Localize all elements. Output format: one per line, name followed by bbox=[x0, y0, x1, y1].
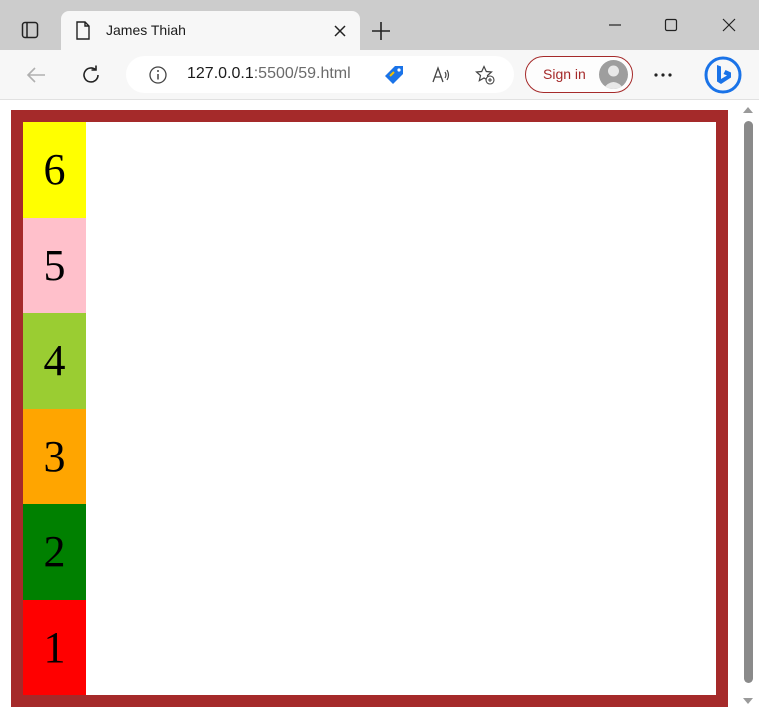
maximize-icon bbox=[664, 18, 678, 32]
box-1: 1 bbox=[23, 599, 86, 695]
maximize-button[interactable] bbox=[656, 10, 686, 40]
tab-title: James Thiah bbox=[106, 22, 186, 38]
box-4: 4 bbox=[23, 313, 86, 409]
more-icon[interactable] bbox=[650, 62, 676, 88]
refresh-button[interactable] bbox=[78, 62, 104, 88]
user-avatar-icon bbox=[603, 65, 624, 89]
url-text[interactable]: 127.0.0.1:5500/59.html bbox=[187, 65, 351, 83]
window-close-icon bbox=[722, 18, 736, 32]
minimize-button[interactable] bbox=[600, 10, 630, 40]
close-icon[interactable] bbox=[332, 23, 348, 39]
add-favorite-icon[interactable] bbox=[475, 65, 495, 85]
scroll-down-arrow[interactable] bbox=[743, 698, 753, 704]
window-close-button[interactable] bbox=[714, 10, 744, 40]
address-bar[interactable]: 127.0.0.1:5500/59.html bbox=[126, 56, 514, 93]
scroll-up-arrow[interactable] bbox=[743, 107, 753, 113]
read-aloud-icon[interactable] bbox=[431, 65, 451, 85]
tab-actions-button[interactable] bbox=[8, 12, 52, 48]
file-icon bbox=[76, 21, 90, 40]
minimize-icon bbox=[609, 24, 621, 26]
title-bar: James Thiah bbox=[0, 0, 759, 50]
url-host: 127.0.0.1 bbox=[187, 65, 254, 82]
vertical-scrollbar[interactable] bbox=[740, 101, 757, 712]
box-2: 2 bbox=[23, 504, 86, 600]
tab-actions-icon bbox=[21, 21, 39, 39]
plus-icon[interactable] bbox=[368, 18, 394, 44]
browser-toolbar: 127.0.0.1:5500/59.html Sign in bbox=[0, 50, 759, 100]
box-stack: 6 5 4 3 2 1 bbox=[23, 122, 86, 695]
scroll-thumb[interactable] bbox=[744, 121, 753, 683]
url-path: :5500/59.html bbox=[253, 65, 351, 82]
box-3: 3 bbox=[23, 408, 86, 504]
browser-tab[interactable]: James Thiah bbox=[61, 11, 360, 50]
box-6: 6 bbox=[23, 122, 86, 218]
refresh-icon bbox=[83, 65, 99, 83]
info-icon[interactable] bbox=[148, 65, 168, 85]
tag-icon[interactable] bbox=[384, 65, 404, 85]
sign-in-label: Sign in bbox=[543, 66, 586, 82]
bing-icon[interactable] bbox=[703, 55, 743, 95]
back-button[interactable] bbox=[23, 62, 49, 88]
page-viewport: 6 5 4 3 2 1 bbox=[0, 101, 759, 712]
bordered-container: 6 5 4 3 2 1 bbox=[11, 110, 728, 707]
back-arrow-icon bbox=[26, 67, 45, 83]
avatar bbox=[599, 60, 628, 89]
box-5: 5 bbox=[23, 217, 86, 313]
sign-in-button[interactable]: Sign in bbox=[525, 56, 633, 93]
